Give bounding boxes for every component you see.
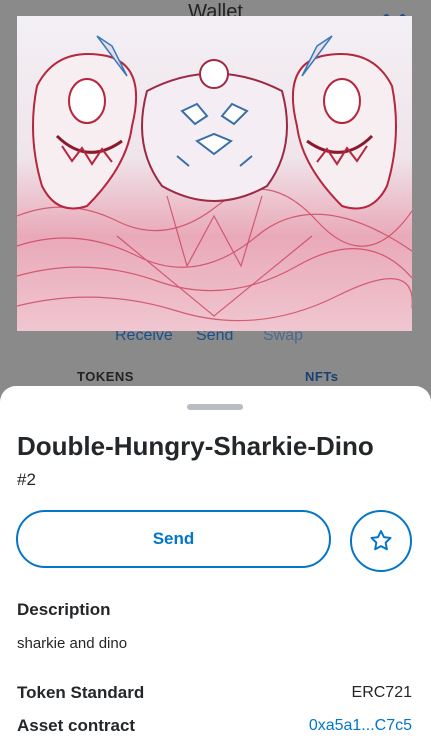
nft-name: Double-Hungry-Sharkie-Dino	[17, 431, 374, 461]
favorite-button[interactable]	[350, 510, 412, 572]
sheet-drag-handle[interactable]	[187, 404, 243, 410]
description-label: Description	[17, 600, 111, 619]
token-standard-label: Token Standard	[17, 683, 145, 702]
tab-nfts[interactable]: NFTs	[305, 369, 339, 384]
send-button[interactable]: Send	[16, 510, 331, 568]
asset-contract-link[interactable]: 0xa5a1...C7c5	[309, 717, 412, 735]
nft-image	[17, 16, 412, 331]
description-text: sharkie and dino	[17, 635, 128, 652]
nft-token-id: #2	[17, 470, 36, 489]
nft-details-sheet: Double-Hungry-Sharkie-Dino #2 Send Descr…	[0, 386, 431, 745]
asset-contract-label: Asset contract	[17, 716, 136, 735]
star-icon	[370, 530, 392, 551]
tab-tokens[interactable]: TOKENS	[77, 369, 134, 384]
token-standard-value: ERC721	[351, 684, 412, 701]
